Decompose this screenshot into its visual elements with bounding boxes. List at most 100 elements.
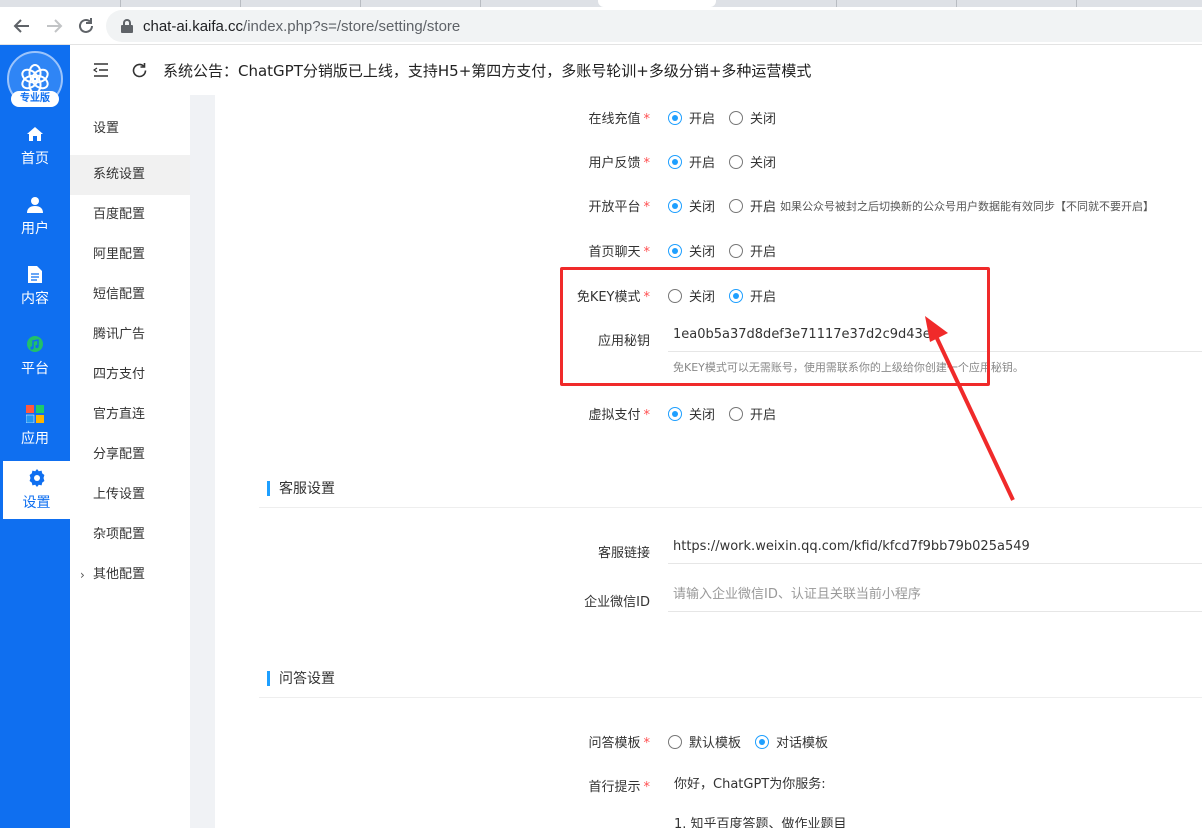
submenu-item-upload[interactable]: 上传设置 <box>70 475 190 515</box>
tab-separator <box>956 0 957 7</box>
radio-checked-icon <box>668 243 682 258</box>
edition-badge: 专业版 <box>11 91 59 107</box>
section-accent-bar <box>267 671 270 686</box>
refresh-icon <box>132 62 146 77</box>
browser-toolbar: chat-ai.kaifa.cc/index.php?s=/store/sett… <box>0 7 1202 45</box>
user-icon <box>27 194 43 214</box>
radio-unchecked-icon <box>668 734 682 749</box>
radio-unchecked-icon <box>729 243 744 258</box>
rail-item-content[interactable]: 内容 <box>0 257 70 315</box>
open-platform-hint: 如果公众号被封之后切换新的公众号用户数据能有效同步【不同就不要开启】 <box>780 199 1155 213</box>
url-host: chat-ai.kaifa.cc <box>143 17 244 35</box>
submenu-item-fourth-party-pay[interactable]: 四方支付 <box>70 355 190 395</box>
radio-checked-icon <box>668 198 682 213</box>
submenu-item-label: 其他配置 <box>93 567 146 582</box>
menu-fold-icon <box>93 63 108 77</box>
chevron-right-icon: › <box>80 568 85 582</box>
address-bar[interactable]: chat-ai.kaifa.cc/index.php?s=/store/sett… <box>106 10 1202 42</box>
rail-item-label: 平台 <box>21 361 49 377</box>
submenu-item-other[interactable]: › 其他配置 <box>70 555 190 595</box>
reload-button[interactable] <box>73 13 99 39</box>
main-nav-rail: 专业版 首页 用户 内容 平台 应用 设置 <box>0 45 70 828</box>
tab-separator <box>360 0 361 7</box>
forward-arrow-icon <box>47 19 63 33</box>
corp-wechat-id-input[interactable]: 请输入企业微信ID、认证且关联当前小程序 <box>668 578 1202 612</box>
rail-item-home[interactable]: 首页 <box>0 117 70 175</box>
qa-template-default-radio[interactable]: 默认模板 <box>668 732 741 751</box>
user-feedback-radio-group: 开启 关闭 <box>668 152 790 171</box>
back-button[interactable] <box>9 13 35 39</box>
radio-unchecked-icon <box>729 154 744 169</box>
menu-toggle-button[interactable] <box>91 60 111 80</box>
submenu-item-baidu[interactable]: 百度配置 <box>70 195 190 235</box>
section-accent-bar <box>267 481 270 496</box>
first-prompt-label: 首行提示 * <box>588 780 650 795</box>
user-feedback-off-radio[interactable]: 关闭 <box>729 152 776 171</box>
submenu-item-aliyun[interactable]: 阿里配置 <box>70 235 190 275</box>
section-header-qa: 问答设置 <box>259 658 1202 698</box>
reload-icon <box>79 18 93 33</box>
home-chat-on-radio[interactable]: 开启 <box>729 241 776 260</box>
qa-template-radio-group: 默认模板 对话模板 <box>668 732 842 751</box>
online-recharge-on-radio[interactable]: 开启 <box>668 108 715 127</box>
rail-item-label: 设置 <box>22 495 51 511</box>
rail-item-apps[interactable]: 应用 <box>0 397 70 455</box>
browser-tab-strip <box>0 0 1202 7</box>
radio-unchecked-icon <box>729 110 744 125</box>
apps-icon <box>26 404 44 424</box>
rail-item-settings[interactable]: 设置 <box>3 461 70 519</box>
gear-icon <box>28 468 46 488</box>
user-feedback-on-radio[interactable]: 开启 <box>668 152 715 171</box>
system-notice: 系统公告：ChatGPT分销版已上线，支持H5+第四方支付，多账号轮训+多级分销… <box>163 61 812 80</box>
tab-separator <box>240 0 241 7</box>
online-recharge-off-radio[interactable]: 关闭 <box>729 108 776 127</box>
url-text[interactable]: chat-ai.kaifa.cc/index.php?s=/store/sett… <box>143 18 460 35</box>
annotation-highlight-box <box>560 267 990 386</box>
platform-icon <box>26 334 44 354</box>
first-prompt-line-1[interactable]: 你好，ChatGPT为你服务: <box>674 773 826 792</box>
submenu-item-share[interactable]: 分享配置 <box>70 435 190 475</box>
submenu-item-misc[interactable]: 杂项配置 <box>70 515 190 555</box>
tab-separator <box>836 0 837 7</box>
section-title: 问答设置 <box>279 671 335 687</box>
rail-item-users[interactable]: 用户 <box>0 187 70 245</box>
radio-unchecked-icon <box>729 406 744 421</box>
rail-item-platform[interactable]: 平台 <box>0 327 70 385</box>
tab-separator <box>480 0 481 7</box>
radio-checked-icon <box>668 110 682 125</box>
corp-wechat-id-label: 企业微信ID <box>584 595 650 610</box>
home-chat-label: 首页聊天 * <box>588 245 650 260</box>
user-feedback-label: 用户反馈 * <box>588 156 650 171</box>
radio-unchecked-icon <box>729 198 744 213</box>
submenu-item-official-direct[interactable]: 官方直连 <box>70 395 190 435</box>
home-chat-off-radio[interactable]: 关闭 <box>668 241 715 260</box>
qa-template-dialog-radio[interactable]: 对话模板 <box>755 732 828 751</box>
service-link-label: 客服链接 <box>597 546 650 561</box>
open-platform-off-radio[interactable]: 关闭 <box>668 196 715 215</box>
radio-checked-icon <box>668 154 682 169</box>
virtual-pay-off-radio[interactable]: 关闭 <box>668 404 715 423</box>
online-recharge-label: 在线充值 * <box>588 112 650 127</box>
browser-tab-active[interactable] <box>598 0 716 7</box>
settings-submenu: 设置 系统设置 百度配置 阿里配置 短信配置 腾讯广告 四方支付 官方直连 分享… <box>70 95 190 828</box>
virtual-pay-radio-group: 关闭 开启 <box>668 404 790 423</box>
submenu-title: 设置 <box>93 121 120 136</box>
document-icon <box>28 264 42 284</box>
forward-button[interactable] <box>41 13 67 39</box>
submenu-item-tencent-ads[interactable]: 腾讯广告 <box>70 315 190 355</box>
section-header-service: 客服设置 <box>259 468 1202 508</box>
online-recharge-radio-group: 开启 关闭 <box>668 108 790 127</box>
tab-separator <box>120 0 121 7</box>
lock-icon <box>120 18 134 34</box>
layout-gutter <box>190 95 215 828</box>
virtual-pay-on-radio[interactable]: 开启 <box>729 404 776 423</box>
submenu-item-sms[interactable]: 短信配置 <box>70 275 190 315</box>
tab-separator <box>1076 0 1077 7</box>
first-prompt-line-2[interactable]: 1. 知乎百度答题、做作业题目 <box>674 813 847 828</box>
submenu-item-system[interactable]: 系统设置 <box>70 155 190 195</box>
service-link-input[interactable]: https://work.weixin.qq.com/kfid/kfcd7f9b… <box>668 530 1202 564</box>
rail-item-label: 应用 <box>21 431 49 447</box>
top-header: 系统公告：ChatGPT分销版已上线，支持H5+第四方支付，多账号轮训+多级分销… <box>70 45 1202 95</box>
open-platform-on-radio[interactable]: 开启 <box>729 196 776 215</box>
refresh-button[interactable] <box>129 60 149 80</box>
